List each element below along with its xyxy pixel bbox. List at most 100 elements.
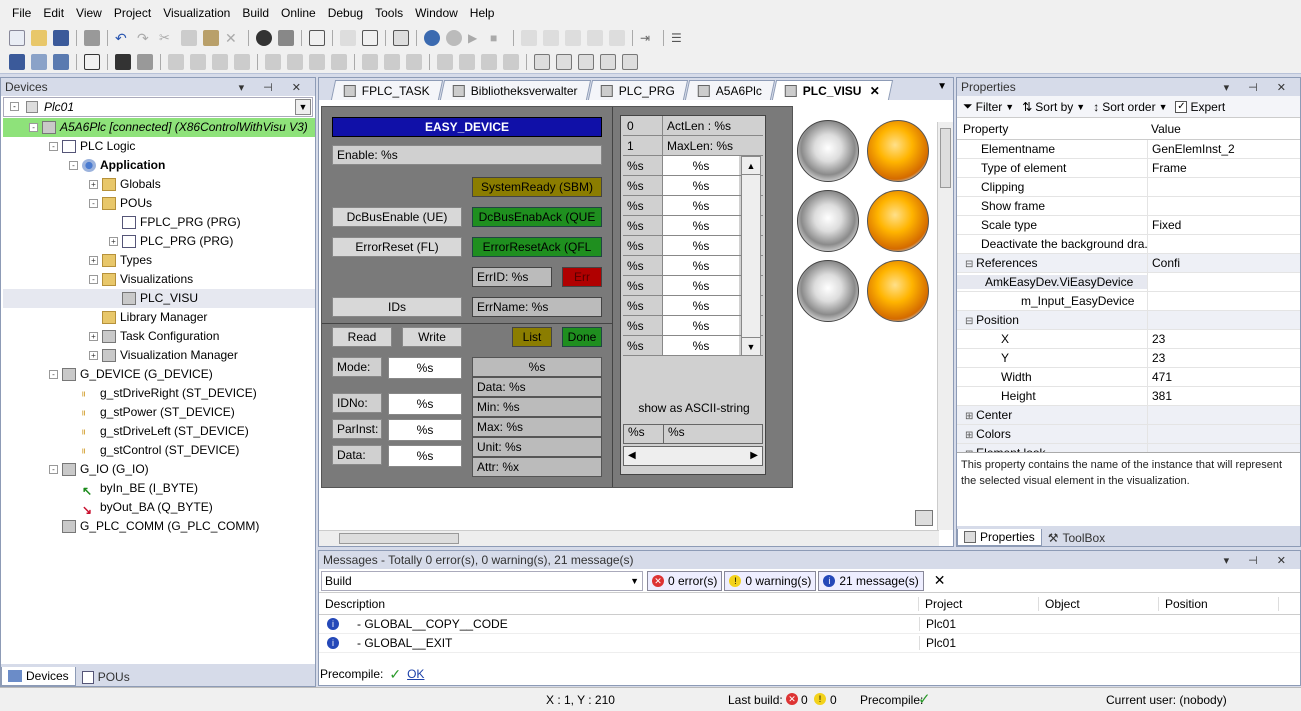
tree-item[interactable]: - PLC Logic: [3, 137, 315, 156]
to-front-icon[interactable]: [578, 53, 594, 70]
property-value[interactable]: 381: [1147, 387, 1300, 405]
property-value[interactable]: Fixed: [1147, 216, 1300, 234]
tab-plc-visu[interactable]: PLC_VISU ✕: [771, 80, 893, 100]
mode-field[interactable]: %s: [388, 357, 462, 379]
list-icon[interactable]: ☰: [671, 30, 687, 46]
list-row-value[interactable]: %s: [663, 216, 739, 235]
ids-button[interactable]: IDs: [332, 297, 462, 317]
expand-icon[interactable]: ⊞: [965, 430, 976, 441]
lock-element-icon[interactable]: [622, 53, 638, 70]
messages-column-description[interactable]: Description: [319, 596, 919, 611]
distribute-h-icon[interactable]: [362, 53, 378, 70]
undo-icon[interactable]: ↶: [115, 30, 131, 46]
expand-toggle-icon[interactable]: -: [89, 199, 98, 208]
expand-toggle-icon[interactable]: -: [89, 275, 98, 284]
message-row[interactable]: i - GLOBAL__EXIT Plc01: [319, 634, 1300, 653]
tree-item[interactable]: - POUs: [3, 194, 315, 213]
property-value[interactable]: Confi: [1147, 254, 1300, 272]
tab-bibliotheksverwalter[interactable]: Bibliotheksverwalter: [439, 80, 591, 100]
error-reset-button[interactable]: ErrorReset (FL): [332, 237, 462, 257]
list-row-value[interactable]: %s: [663, 196, 739, 215]
print-icon[interactable]: [84, 30, 100, 46]
tab-properties[interactable]: Properties: [957, 529, 1042, 546]
property-row[interactable]: Y 23: [957, 349, 1300, 368]
menu-visualization[interactable]: Visualization: [157, 6, 236, 20]
tab-toolbox[interactable]: ⚒ ToolBox: [1042, 530, 1111, 546]
tree-item[interactable]: + Types: [3, 251, 315, 270]
group-icon[interactable]: [115, 53, 131, 70]
expand-toggle-icon[interactable]: -: [69, 161, 78, 170]
property-row[interactable]: m_Input_EasyDevice: [957, 292, 1300, 311]
tree-item[interactable]: ↖ byIn_BE (I_BYTE): [3, 479, 315, 498]
align-left-icon[interactable]: [168, 53, 184, 70]
property-row[interactable]: ⊟ References Confi: [957, 254, 1300, 273]
property-row[interactable]: ⊞ Element look: [957, 444, 1300, 452]
tree-item[interactable]: + PLC_PRG (PRG): [3, 232, 315, 251]
frame-icon[interactable]: [84, 53, 100, 70]
visu-element-icon[interactable]: [9, 53, 25, 70]
message-row[interactable]: i - GLOBAL__COPY__CODE Plc01: [319, 615, 1300, 634]
editor-vscrollbar[interactable]: [937, 122, 953, 530]
grid-icon[interactable]: [53, 53, 69, 70]
property-row[interactable]: Type of element Frame: [957, 159, 1300, 178]
collapse-icon[interactable]: ⊟: [965, 259, 976, 270]
expand-toggle-icon[interactable]: -: [29, 123, 38, 132]
tab-list-chevron-icon[interactable]: ▼: [937, 81, 947, 92]
align-bottom-icon[interactable]: [287, 53, 303, 70]
tree-item[interactable]: ᴵᴵ g_stDriveRight (ST_DEVICE): [3, 384, 315, 403]
messages-column-position[interactable]: Position: [1159, 596, 1279, 611]
play-icon[interactable]: ▶: [468, 30, 484, 46]
toggle-switch-1[interactable]: [797, 120, 859, 182]
send-backward-icon[interactable]: [556, 53, 572, 70]
property-value[interactable]: [1147, 444, 1300, 452]
align-middle-icon[interactable]: [265, 53, 281, 70]
property-value[interactable]: 23: [1147, 349, 1300, 367]
list-row-value[interactable]: %s: [663, 316, 739, 335]
menu-view[interactable]: View: [70, 6, 108, 20]
parinst-field[interactable]: %s: [388, 419, 462, 441]
list-row-value[interactable]: %s: [663, 256, 739, 275]
menu-file[interactable]: File: [6, 6, 37, 20]
message-source-select[interactable]: Build ▼: [321, 570, 643, 591]
property-value[interactable]: [1147, 425, 1300, 443]
step-into-icon[interactable]: [543, 30, 559, 46]
tree-item[interactable]: PLC_VISU: [3, 289, 315, 308]
precompile-ok-link[interactable]: OK: [407, 667, 424, 681]
tree-item[interactable]: - Visualizations: [3, 270, 315, 289]
tree-item[interactable]: FPLC_PRG (PRG): [3, 213, 315, 232]
scroll-left-icon[interactable]: ◀: [628, 450, 636, 461]
property-row[interactable]: ⊞ Colors: [957, 425, 1300, 444]
menu-edit[interactable]: Edit: [37, 6, 70, 20]
property-value[interactable]: GenElemInst_2: [1147, 140, 1300, 158]
list-row-value[interactable]: %s: [663, 156, 739, 175]
menu-project[interactable]: Project: [108, 6, 157, 20]
filter-button[interactable]: Filter: [976, 100, 1003, 114]
sort-by-button[interactable]: Sort by: [1035, 100, 1073, 114]
errors-filter-button[interactable]: ✕ 0 error(s): [647, 570, 723, 591]
vscroll-thumb[interactable]: [940, 128, 951, 188]
chevron-down-icon[interactable]: ▼: [630, 576, 639, 586]
messages-column-object[interactable]: Object: [1039, 596, 1159, 611]
collapse-icon[interactable]: ⊟: [965, 316, 976, 327]
menu-tools[interactable]: Tools: [369, 6, 409, 20]
paste-icon[interactable]: [203, 30, 219, 46]
new-file-icon[interactable]: [9, 30, 25, 46]
open-folder-icon[interactable]: [31, 30, 47, 46]
property-row[interactable]: Clipping: [957, 178, 1300, 197]
visu-toolbox-icon[interactable]: [915, 510, 933, 526]
tab-a5a6plc[interactable]: A5A6Plc: [684, 80, 775, 100]
scroll-down-icon[interactable]: ▼: [742, 337, 760, 355]
tab-pous[interactable]: POUs: [76, 668, 136, 686]
same-height-icon[interactable]: [331, 53, 347, 70]
expand-icon[interactable]: ⊞: [965, 411, 976, 422]
align-top-icon[interactable]: [234, 53, 250, 70]
menu-build[interactable]: Build: [236, 6, 275, 20]
panel-controls[interactable]: ▾ ⊣ ✕: [1224, 81, 1294, 94]
breakpoint-icon[interactable]: [587, 30, 603, 46]
menu-help[interactable]: Help: [464, 6, 501, 20]
expert-checkbox[interactable]: ✓: [1175, 100, 1188, 113]
calendar-icon[interactable]: [393, 30, 409, 46]
tree-item[interactable]: ↘ byOut_BA (Q_BYTE): [3, 498, 315, 517]
hscroll-thumb[interactable]: [339, 533, 459, 544]
flow-icon[interactable]: [609, 30, 625, 46]
